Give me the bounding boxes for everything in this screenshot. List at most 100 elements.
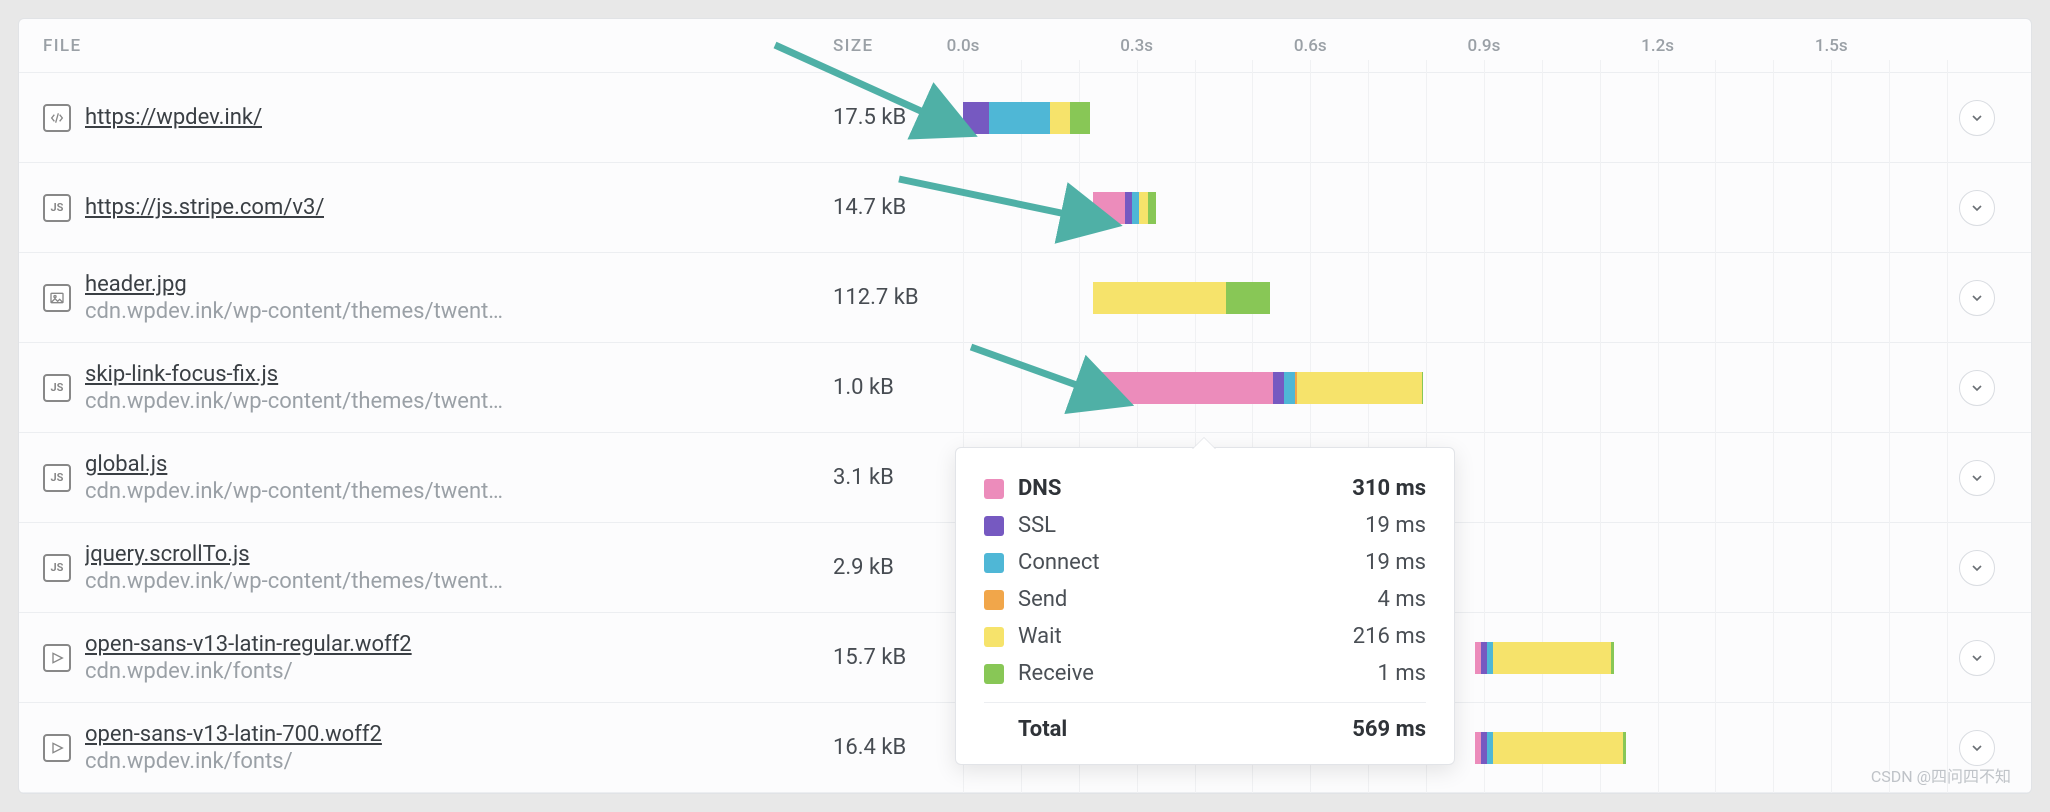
expand-row-button[interactable] [1959, 640, 1995, 676]
file-cell: https://wpdev.ink/ [43, 104, 833, 132]
segment-receive [1148, 192, 1157, 224]
segment-wait [1050, 102, 1070, 134]
waterfall-cell[interactable] [963, 280, 1947, 316]
header-file: FILE [43, 36, 833, 56]
file-link[interactable]: skip-link-focus-fix.js [85, 362, 503, 387]
table-row: https://wpdev.ink/17.5 kB [19, 73, 2031, 163]
segment-receive [1623, 732, 1626, 764]
file-subpath: cdn.wpdev.ink/fonts/ [85, 659, 412, 684]
waterfall-cell[interactable] [963, 100, 1947, 136]
js-icon: JS [43, 194, 71, 222]
timing-tooltip: DNS310 msSSL19 msConnect19 msSend4 msWai… [955, 447, 1455, 765]
axis-tick: 0.3s [1120, 19, 1153, 72]
file-cell: open-sans-v13-latin-regular.woff2cdn.wpd… [43, 632, 833, 684]
color-swatch [984, 516, 1004, 536]
file-cell: JS global.jscdn.wpdev.ink/wp-content/them… [43, 452, 833, 504]
expand-row-button[interactable] [1959, 190, 1995, 226]
annotation-arrow [775, 45, 995, 159]
file-link[interactable]: open-sans-v13-latin-700.woff2 [85, 722, 382, 747]
table-row: header.jpgcdn.wpdev.ink/wp-content/theme… [19, 253, 2031, 343]
size-cell: 16.4 kB [833, 735, 963, 760]
tooltip-label: SSL [1018, 513, 1351, 538]
segment-receive [1611, 642, 1614, 674]
file-cell: open-sans-v13-latin-700.woff2cdn.wpdev.i… [43, 722, 833, 774]
tooltip-row: Wait 216 ms [984, 618, 1426, 655]
file-link[interactable]: jquery.scrollTo.js [85, 542, 503, 567]
size-cell: 2.9 kB [833, 555, 963, 580]
img-icon [43, 284, 71, 312]
file-subpath: cdn.wpdev.ink/wp-content/themes/twent… [85, 479, 503, 504]
color-swatch [984, 627, 1004, 647]
tooltip-row: Send 4 ms [984, 581, 1426, 618]
segment-wait [1493, 732, 1623, 764]
tooltip-total-value: 569 ms [1352, 717, 1426, 742]
expand-row-button[interactable] [1959, 550, 1995, 586]
chevron-down-icon [1969, 740, 1985, 756]
file-link[interactable]: global.js [85, 452, 503, 477]
timing-bar[interactable] [1475, 642, 1614, 674]
tooltip-row: Connect 19 ms [984, 544, 1426, 581]
chevron-down-icon [1969, 290, 1985, 306]
file-subpath: cdn.wpdev.ink/wp-content/themes/twent… [85, 569, 503, 594]
expand-row-button[interactable] [1959, 280, 1995, 316]
axis-tick: 1.2s [1641, 19, 1674, 72]
file-subpath: cdn.wpdev.ink/fonts/ [85, 749, 382, 774]
tooltip-label: Send [1018, 587, 1364, 612]
axis-tick: 1.5s [1815, 19, 1848, 72]
segment-receive [1422, 372, 1423, 404]
file-link[interactable]: https://js.stripe.com/v3/ [85, 195, 324, 220]
file-link[interactable]: open-sans-v13-latin-regular.woff2 [85, 632, 412, 657]
tooltip-row: SSL 19 ms [984, 507, 1426, 544]
color-swatch [984, 590, 1004, 610]
font-icon [43, 644, 71, 672]
segment-receive [1226, 282, 1269, 314]
color-swatch [984, 553, 1004, 573]
expand-row-button[interactable] [1959, 100, 1995, 136]
file-subpath: cdn.wpdev.ink/wp-content/themes/twent… [85, 299, 503, 324]
expand-row-button[interactable] [1959, 730, 1995, 766]
file-link[interactable]: https://wpdev.ink/ [85, 105, 262, 130]
tooltip-label: Receive [1018, 661, 1364, 686]
segment-ssl [1273, 372, 1284, 404]
segment-wait [1297, 372, 1422, 404]
color-swatch [984, 664, 1004, 684]
tooltip-value: 4 ms [1378, 587, 1426, 612]
segment-wait [1139, 192, 1148, 224]
js-icon: JS [43, 374, 71, 402]
file-link[interactable]: header.jpg [85, 272, 503, 297]
expand-row-button[interactable] [1959, 370, 1995, 406]
js-icon: JS [43, 464, 71, 492]
html-icon [43, 104, 71, 132]
segment-receive [1070, 102, 1090, 134]
file-cell: JSskip-link-focus-fix.jscdn.wpdev.ink/wp… [43, 362, 833, 414]
timing-bar[interactable] [1475, 732, 1625, 764]
file-cell: JS https://js.stripe.com/v3/ [43, 194, 833, 222]
axis-tick: 0.9s [1468, 19, 1501, 72]
tooltip-row: Receive 1 ms [984, 655, 1426, 692]
chevron-down-icon [1969, 560, 1985, 576]
axis-tick: 0.6s [1294, 19, 1327, 72]
size-cell: 3.1 kB [833, 465, 963, 490]
tooltip-value: 19 ms [1365, 513, 1426, 538]
tooltip-value: 216 ms [1353, 624, 1426, 649]
chevron-down-icon [1969, 470, 1985, 486]
timing-bar[interactable] [1093, 282, 1270, 314]
watermark: CSDN @四问四不知 [1871, 763, 2011, 787]
segment-wait [1493, 642, 1612, 674]
tooltip-label: DNS [1018, 476, 1338, 501]
expand-row-button[interactable] [1959, 460, 1995, 496]
segment-connect [989, 102, 1050, 134]
tooltip-row: DNS 310 ms [984, 470, 1426, 507]
segment-wait [1093, 282, 1226, 314]
time-axis: 0.0s0.3s0.6s0.9s1.2s1.5s [963, 19, 1947, 72]
chevron-down-icon [1969, 200, 1985, 216]
tooltip-value: 19 ms [1365, 550, 1426, 575]
annotation-arrow [899, 179, 1139, 243]
tooltip-total-label: Total [1018, 717, 1067, 742]
tooltip-label: Wait [1018, 624, 1339, 649]
size-cell: 1.0 kB [833, 375, 963, 400]
tooltip-label: Connect [1018, 550, 1351, 575]
tooltip-value: 1 ms [1378, 661, 1426, 686]
tooltip-value: 310 ms [1352, 476, 1426, 501]
file-cell: header.jpgcdn.wpdev.ink/wp-content/theme… [43, 272, 833, 324]
